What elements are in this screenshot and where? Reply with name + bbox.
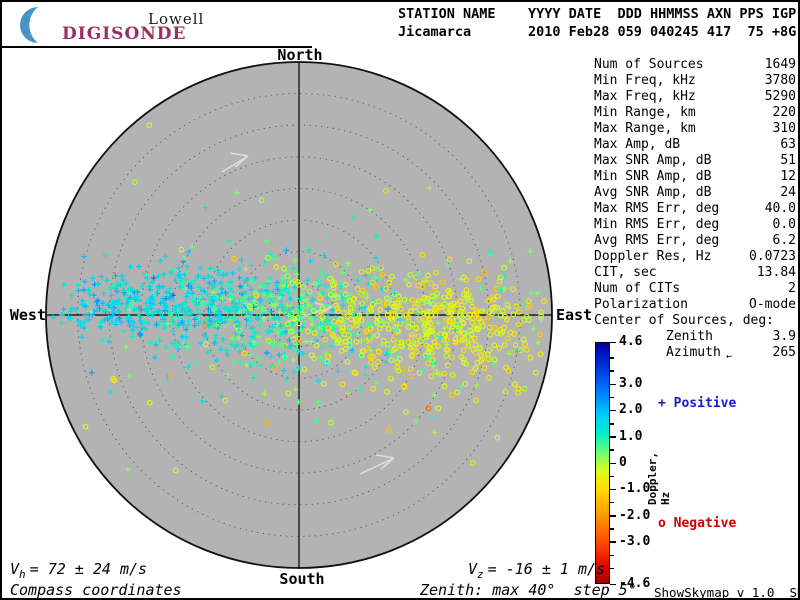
colorbar-tick	[610, 515, 616, 517]
stat-row: Max SNR Amp, dB 51	[594, 153, 796, 169]
azimuth-direction-icon: →	[725, 347, 732, 363]
stat-label: Doppler Res, Hz	[594, 249, 711, 265]
colorbar-tick-label: -3.0	[619, 535, 650, 549]
colorbar-tick-label: 4.6	[619, 335, 642, 349]
stat-label: Center of Sources, deg:	[594, 313, 774, 329]
stat-row: Min Freq, kHz 3780	[594, 73, 796, 89]
colorbar-tick-label: 2.0	[619, 403, 642, 417]
stat-label: Num of Sources	[594, 57, 704, 73]
colorbar-tick	[610, 436, 616, 438]
legend-negative: o Negative	[658, 516, 736, 531]
colorbar-tick	[610, 463, 616, 465]
stat-value: 310	[773, 121, 796, 137]
vertical-velocity-readout: Vz = -16 ± 1 m/s	[468, 560, 605, 581]
compass-label-south: South	[276, 570, 328, 588]
stat-label: Max Freq, kHz	[594, 89, 696, 105]
colorbar-tick	[610, 410, 616, 412]
stat-row: Center of Sources, deg:	[594, 313, 796, 329]
stat-value: 63	[780, 137, 796, 153]
stat-label: Min RMS Err, deg	[594, 217, 719, 233]
stat-value: 1649	[765, 57, 796, 73]
stat-label: Polarization	[594, 297, 688, 313]
stat-value: 220	[773, 105, 796, 121]
coordinates-note: Compass coordinates	[10, 581, 182, 599]
colorbar-tick	[610, 502, 614, 504]
stat-value: 6.2	[773, 233, 796, 249]
stat-row: Max Range, km 310	[594, 121, 796, 137]
compass-label-north: North	[274, 46, 326, 64]
colorbar-tick	[610, 528, 614, 530]
stat-value: 0.0723	[749, 249, 796, 265]
stat-row: CIT, sec 13.84	[594, 265, 796, 281]
horizontal-velocity-readout: Vh = 72 ± 24 m/s	[10, 560, 147, 581]
measurement-stats-panel: Num of Sources1649Min Freq, kHz3780Max F…	[594, 57, 796, 361]
colorbar-tick	[610, 555, 614, 557]
stat-label: Max RMS Err, deg	[594, 201, 719, 217]
stat-row: Min Range, km 220	[594, 105, 796, 121]
colorbar-tick	[610, 357, 614, 359]
stat-row: Polarization O-mode	[594, 297, 796, 313]
stat-row: Min RMS Err, deg 0.0	[594, 217, 796, 233]
stat-label: CIT, sec	[594, 265, 657, 281]
stat-value: 5290	[765, 89, 796, 105]
colorbar-tick	[610, 397, 614, 399]
vh-value: = 72 ± 24 m/s	[30, 560, 147, 578]
vh-subscript: h	[19, 568, 26, 581]
colorbar-tick	[610, 423, 614, 425]
stat-value: 40.0	[765, 201, 796, 217]
software-version: ShowSkymap v 1.0 SD v 4.2	[654, 585, 800, 600]
colorbar-tick	[610, 370, 614, 372]
stat-row: Max Amp, dB 63	[594, 137, 796, 153]
stat-row: Avg SNR Amp, dB 24	[594, 185, 796, 201]
colorbar-tick	[610, 489, 616, 491]
stat-value: 51	[780, 153, 796, 169]
stat-row: Max RMS Err, deg 40.0	[594, 201, 796, 217]
stat-value: 12	[780, 169, 796, 185]
stat-row: Doppler Res, Hz 0.0723	[594, 249, 796, 265]
stat-value: 24	[780, 185, 796, 201]
compass-label-west: West	[6, 306, 46, 324]
colorbar-axis-label: Doppler, Hz	[646, 435, 672, 505]
stat-row: Min SNR Amp, dB 12	[594, 169, 796, 185]
colorbar-tick-label: 1.0	[619, 430, 642, 444]
colorbar-tick-label: -2.0	[619, 509, 650, 523]
vz-value: = -16 ± 1 m/s	[488, 560, 605, 578]
stat-label: Min Range, km	[594, 105, 696, 121]
stat-row: Num of Sources 1649	[594, 57, 796, 73]
vz-subscript: z	[477, 568, 484, 581]
colorbar-tick	[610, 541, 616, 543]
stat-value: 0.0	[773, 217, 796, 233]
showskymap-window: Lowell DIGISONDE STATION NAME YYYY DATE …	[0, 0, 800, 600]
doppler-colorbar	[595, 342, 610, 584]
legend-positive: + Positive	[658, 396, 736, 411]
stat-row: Num of CITs 2	[594, 281, 796, 297]
stat-row: Max Freq, kHz 5290	[594, 89, 796, 105]
stat-label: Avg RMS Err, deg	[594, 233, 719, 249]
stat-value: 3780	[765, 73, 796, 89]
colorbar-tick-label: 0	[619, 456, 627, 470]
stat-label: Max SNR Amp, dB	[594, 153, 711, 169]
colorbar-tick	[610, 476, 614, 478]
colorbar-tick	[610, 449, 614, 451]
colorbar-tick	[610, 342, 616, 344]
stat-value: 3.9	[773, 329, 796, 345]
stat-value: 13.84	[757, 265, 796, 281]
colorbar-tick	[610, 568, 614, 570]
stat-value: O-mode	[749, 297, 796, 313]
stat-label: Azimuth→	[594, 345, 732, 361]
colorbar-tick	[610, 384, 616, 386]
stat-value: 2	[788, 281, 796, 297]
stat-label: Max Amp, dB	[594, 137, 680, 153]
stat-value: 265	[773, 345, 796, 361]
stat-label: Min Freq, kHz	[594, 73, 696, 89]
vz-symbol: V	[468, 560, 477, 578]
stat-label: Avg SNR Amp, dB	[594, 185, 711, 201]
stat-label: Num of CITs	[594, 281, 680, 297]
vh-symbol: V	[10, 560, 19, 578]
stat-row: Avg RMS Err, deg 6.2	[594, 233, 796, 249]
zenith-scale-note: Zenith: max 40° step 5°	[420, 581, 637, 599]
colorbar-tick-label: 3.0	[619, 377, 642, 391]
stat-label: Min SNR Amp, dB	[594, 169, 711, 185]
stat-label: Max Range, km	[594, 121, 696, 137]
